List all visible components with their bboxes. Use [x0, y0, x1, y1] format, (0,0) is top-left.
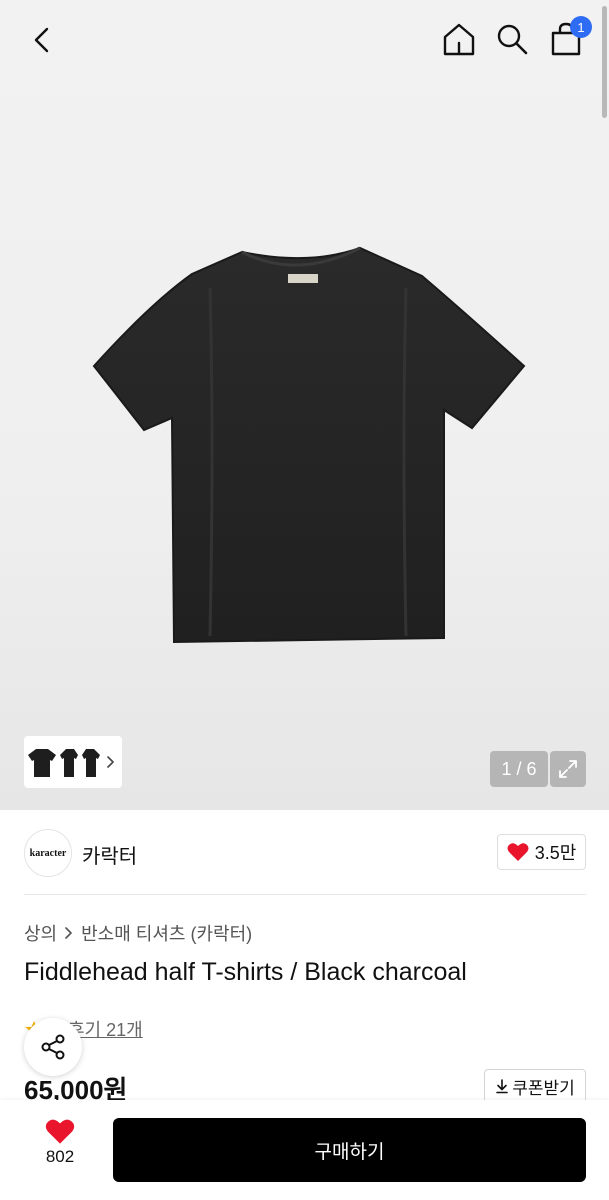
- brand-logo[interactable]: karacter: [24, 829, 72, 877]
- back-button[interactable]: [22, 20, 62, 60]
- chevron-left-icon: [34, 27, 49, 53]
- expand-button[interactable]: [550, 751, 586, 787]
- breadcrumb-item-category[interactable]: 반소매 티셔츠 (카락터): [81, 920, 252, 946]
- top-navigation: 1: [0, 0, 609, 80]
- expand-icon: [559, 760, 577, 778]
- cart-count-badge: 1: [570, 16, 592, 38]
- chevron-right-icon: [107, 756, 114, 768]
- thumbnail-strip[interactable]: [24, 736, 122, 788]
- share-button[interactable]: [24, 1018, 82, 1076]
- chevron-right-icon: [65, 927, 72, 939]
- thumbnail-images: [28, 749, 100, 777]
- breadcrumb: 상의 반소매 티셔츠 (카락터): [24, 920, 252, 946]
- wishlist-button[interactable]: 802: [30, 1118, 90, 1178]
- home-button[interactable]: [438, 18, 480, 60]
- brand-name[interactable]: 카락터: [82, 840, 137, 869]
- cart-button[interactable]: 1: [546, 16, 592, 60]
- coupon-label: 쿠폰받기: [512, 1078, 575, 1098]
- scrollbar[interactable]: [602, 6, 607, 118]
- home-icon: [443, 23, 475, 56]
- product-image-gallery[interactable]: 1 1 / 6: [0, 0, 609, 810]
- heart-icon: [507, 843, 529, 861]
- buy-button[interactable]: 구매하기: [113, 1118, 586, 1182]
- wishlist-count: 802: [45, 1147, 75, 1166]
- product-title: Fiddlehead half T-shirts / Black charcoa…: [24, 958, 467, 986]
- download-icon: [496, 1079, 509, 1094]
- heart-icon: [45, 1119, 75, 1144]
- section-divider: [24, 894, 586, 895]
- brand-like-button[interactable]: 3.5만: [497, 834, 586, 870]
- brand-like-count: 3.5만: [534, 843, 577, 863]
- search-button[interactable]: [492, 18, 532, 60]
- search-icon: [497, 24, 528, 55]
- breadcrumb-item-top[interactable]: 상의: [24, 920, 57, 946]
- product-photo: [92, 246, 526, 644]
- image-counter: 1 / 6: [490, 751, 548, 787]
- share-icon: [41, 1034, 65, 1060]
- coupon-button[interactable]: 쿠폰받기: [484, 1069, 586, 1103]
- brand-logo-text: karacter: [29, 847, 67, 859]
